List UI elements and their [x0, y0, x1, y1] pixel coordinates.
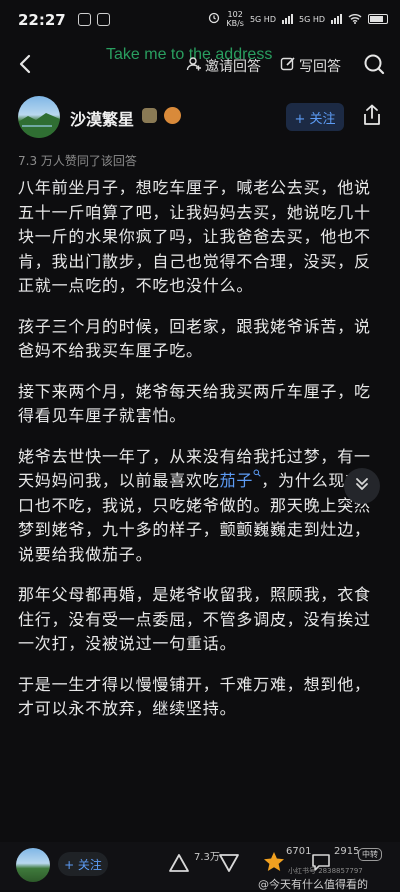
search-link-label: 茄子: [219, 471, 254, 490]
medal-badge-icon: [142, 108, 157, 123]
alarm-icon: [208, 12, 220, 26]
more-badge[interactable]: 中转: [358, 848, 382, 861]
write-answer-label: 写回答: [299, 59, 341, 75]
invite-user-icon: [186, 56, 202, 76]
bottom-author-avatar[interactable]: [16, 848, 50, 882]
collapse-button[interactable]: [344, 468, 380, 504]
favorite-star-icon[interactable]: [262, 850, 286, 874]
watermark-id: 小红书号 2838857797: [288, 867, 363, 875]
answer-paragraph: 八年前坐月子，想吃车厘子，喊老公去买，他说五十一斤咱算了吧，让我妈妈去买，她说吃…: [18, 178, 371, 295]
answer-paragraph: 孩子三个月的时候，回老家，跟我姥爷诉苦，说爸妈不给我买车厘子吃。: [18, 316, 371, 361]
status-notification-icons: [78, 13, 110, 26]
net-speed-unit: KB/s: [226, 19, 244, 28]
net-speed: 102 KB/s: [226, 10, 244, 28]
bottom-follow-button[interactable]: + 关注: [58, 852, 108, 876]
level-badge-icon: [164, 107, 181, 124]
search-icon[interactable]: [362, 52, 386, 76]
upvote-count: 7.3万: [194, 852, 220, 863]
answer-paragraph: 接下来两个月，姥爷每天给我买两斤车厘子，吃得看见车厘子就害怕。: [18, 381, 371, 426]
answer-paragraph: 那年父母都再婚，是姥爷收留我，照顾我，衣食住行，没有受一点委屈，不管多调皮，没有…: [18, 585, 371, 653]
answer-paragraph-with-link: 姥爷去世快一年了，从来没有给我托过梦，有一天妈妈问我，以前最喜欢吃茄子 ，为什么现…: [18, 445, 386, 568]
battery-icon: [368, 14, 388, 24]
status-time: 22:27: [18, 11, 66, 29]
notification-icon: [78, 13, 91, 26]
invite-answer-button[interactable]: 邀请回答: [186, 56, 261, 76]
answer-body: 八年前坐月子，想吃车厘子，喊老公去买，他说五十一斤咱算了吧，让我妈妈去买，她说吃…: [18, 176, 386, 738]
pencil-icon: [280, 56, 296, 76]
write-answer-button[interactable]: 写回答: [280, 56, 341, 76]
author-name[interactable]: 沙漠繁星: [70, 106, 134, 130]
status-right: 102 KB/s 5G HD 5G HD: [208, 10, 388, 28]
favorite-count: 6701: [286, 846, 312, 857]
invite-answer-label: 邀请回答: [205, 59, 261, 75]
signal-b-label: 5G HD: [298, 14, 325, 24]
comment-count: 2915: [334, 846, 360, 857]
status-bar: 22:27 102 KB/s 5G HD 5G HD: [0, 0, 400, 44]
double-chevron-down-icon: [354, 476, 370, 496]
signal-b-icon: [331, 14, 342, 24]
app-notification-icon: [97, 13, 110, 26]
signal-a-icon: [281, 14, 293, 24]
author-row: 沙漠繁星 + 关注: [0, 94, 400, 144]
net-speed-value: 102: [227, 10, 243, 19]
likes-summary: 7.3 万人赞同了该回答: [18, 154, 137, 168]
share-icon[interactable]: [362, 104, 382, 126]
follow-button[interactable]: + 关注: [286, 103, 344, 131]
search-link[interactable]: 茄子: [219, 469, 262, 490]
answer-paragraph: 于是一生才得以慢慢铺开，千难万难，想到他，才可以永不放弃，继续坚持。: [18, 674, 371, 719]
downvote-icon[interactable]: [218, 852, 240, 874]
bottom-action-bar: + 关注 7.3万 6701 2915 中转 小红书号 2838857797 @…: [0, 842, 400, 891]
upvote-icon[interactable]: [168, 852, 190, 874]
top-nav: Take me to the address 邀请回答 写回答: [0, 44, 400, 88]
signal-a-label: 5G HD: [249, 14, 276, 24]
back-arrow-icon[interactable]: [14, 52, 38, 76]
author-avatar[interactable]: [18, 96, 60, 138]
wifi-icon: [348, 13, 362, 26]
